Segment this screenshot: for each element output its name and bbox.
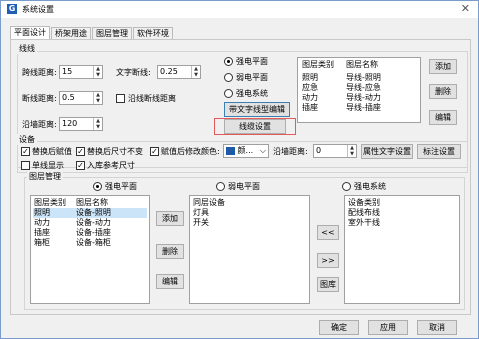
list-item[interactable]: 设备-插座 <box>76 228 111 238</box>
move-left-button[interactable]: << <box>317 225 339 240</box>
list-item[interactable]: 灯具 <box>193 208 209 218</box>
spacing-label: 跨线距离: <box>22 68 57 77</box>
tab-plane-design[interactable]: 平面设计 <box>10 26 50 40</box>
spin-arrows-icon[interactable]: ▲ ▼ <box>347 145 356 157</box>
list-header-category: 图层类别 <box>34 198 66 207</box>
move-right-button[interactable]: >> <box>317 253 339 268</box>
list-item[interactable]: 动力 <box>34 218 50 228</box>
ref-size-checkbox[interactable]: ✓ <box>76 161 85 170</box>
list-item[interactable]: 照明 <box>34 208 50 218</box>
line-group-label: 线线 <box>17 43 37 54</box>
along-wall-label: 沿墙距离: <box>273 147 308 156</box>
gap-input[interactable]: 0.5 ▲ ▼ <box>59 91 103 105</box>
label-settings-button[interactable]: 标注设置 <box>417 144 461 159</box>
layer-radio-strong-plane[interactable] <box>93 182 102 191</box>
device-layer-list: 图层类别 图层名称 照明 设备-照明 动力 设备-动力 插座 设备-插座 箱柜 … <box>30 195 150 304</box>
radio-strong-system[interactable] <box>224 89 233 98</box>
list-item[interactable]: 设备-箱柜 <box>76 238 111 248</box>
radio-weak-plane-label: 弱电平面 <box>236 73 268 82</box>
spin-arrows-icon[interactable]: ▲ ▼ <box>93 118 102 130</box>
table-cell[interactable]: 应急 <box>302 83 318 93</box>
settings-window: G 系统设置 ✕ 平面设计 桥架用途 图层管理 软件环境 线线 跨线距离: 15… <box>0 0 479 339</box>
table-cell[interactable]: 照明 <box>302 73 318 83</box>
layer-radio-weak-plane-label: 弱电平面 <box>228 182 260 191</box>
list-item[interactable]: 设备-照明 <box>76 208 111 218</box>
table-cell[interactable]: 导线-照明 <box>346 73 381 83</box>
apply-button[interactable]: 应用 <box>368 320 408 335</box>
along-break-label: 沿线断线距离 <box>128 94 176 103</box>
along-distance-label: 沿墙距离: <box>22 120 57 129</box>
table-header-category: 图层类别 <box>302 60 334 69</box>
cancel-button[interactable]: 取消 <box>417 320 457 335</box>
line-layer-table: 图层类别 图层名称 照明 导线-照明 应急 导线-应急 动力 导线-动力 插座 … <box>297 57 421 123</box>
list-item[interactable]: 设备-动力 <box>76 218 111 228</box>
table-cell[interactable]: 动力 <box>302 93 318 103</box>
along-wall-input[interactable]: 0 ▲ ▼ <box>313 144 357 158</box>
table-cell[interactable]: 插座 <box>302 103 318 113</box>
line-delete-button[interactable]: 删除 <box>429 84 457 99</box>
radio-weak-plane[interactable] <box>224 73 233 82</box>
list-header-name: 图层名称 <box>76 198 108 207</box>
layer-radio-strong-system-label: 强电系统 <box>354 182 386 191</box>
keep-size-checkbox[interactable]: ✓ <box>76 147 85 156</box>
table-cell[interactable]: 导线-应急 <box>346 83 381 93</box>
list-item[interactable]: 配线布线 <box>348 208 380 218</box>
spin-arrows-icon[interactable]: ▲ ▼ <box>93 66 102 78</box>
radio-strong-system-label: 强电系统 <box>236 89 268 98</box>
ref-size-label: 入库参考尺寸 <box>87 161 135 170</box>
linetype-settings-button[interactable]: 线缆设置 <box>224 119 286 134</box>
layer-radio-strong-plane-label: 强电平面 <box>105 182 137 191</box>
list-item[interactable]: 插座 <box>34 228 50 238</box>
along-break-checkbox[interactable] <box>116 94 125 103</box>
single-display-checkbox[interactable] <box>21 161 30 170</box>
chevron-down-icon[interactable]: ⌵ <box>260 145 266 157</box>
app-logo-icon: G <box>7 4 17 14</box>
along-distance-input[interactable]: 120 ▲ ▼ <box>59 117 103 131</box>
library-button[interactable]: 图库 <box>317 277 339 292</box>
title-bar: G 系统设置 ✕ <box>1 1 478 18</box>
table-cell[interactable]: 导线-动力 <box>346 93 381 103</box>
layer-radio-strong-system[interactable] <box>342 182 351 191</box>
list-item[interactable]: 箱柜 <box>34 238 50 248</box>
layer-delete-button[interactable]: 删除 <box>156 244 184 259</box>
change-color-checkbox[interactable]: ✓ <box>150 147 159 156</box>
close-icon[interactable]: ✕ <box>461 2 470 16</box>
tab-panel: 线线 跨线距离: 15 ▲ ▼ 文字断线: 0.25 ▲ ▼ 断线距离: 0.5 ▲… <box>10 39 471 315</box>
device-category-list: 设备类别 配线布线 室外干线 <box>344 195 460 304</box>
break-input[interactable]: 0.25 ▲ ▼ <box>157 65 201 79</box>
list-header: 同层设备 <box>193 198 225 207</box>
list-header: 设备类别 <box>348 198 380 207</box>
linetype-edit-button[interactable]: 带文字线型编辑 <box>224 102 290 117</box>
spin-arrows-icon[interactable]: ▲ ▼ <box>93 92 102 104</box>
list-item[interactable]: 开关 <box>193 218 209 228</box>
same-layer-device-list: 同层设备 灯具 开关 <box>189 195 310 304</box>
window-title: 系统设置 <box>22 5 54 14</box>
layer-radio-weak-plane[interactable] <box>216 182 225 191</box>
line-edit-button[interactable]: 编辑 <box>429 110 457 125</box>
color-select[interactable]: 颜... ⌵ <box>223 144 269 158</box>
table-header-name: 图层名称 <box>346 60 378 69</box>
single-display-label: 单线显示 <box>32 161 64 170</box>
color-swatch <box>226 146 235 155</box>
layer-edit-button[interactable]: 编辑 <box>156 274 184 289</box>
layer-add-button[interactable]: 添加 <box>156 211 184 226</box>
layer-group-label: 图层管理 <box>27 171 63 182</box>
radio-strong-plane-label: 强电平面 <box>236 57 268 66</box>
text-settings-button[interactable]: 属性文字设置 <box>361 144 413 159</box>
keep-size-label: 替换后尺寸不变 <box>87 147 143 156</box>
gap-label: 断线距离: <box>22 94 57 103</box>
device-group-label: 设备 <box>17 134 37 145</box>
break-label: 文字断线: <box>116 68 151 77</box>
change-color-label: 赋值后修改颜色: <box>161 147 220 156</box>
replace-layer-checkbox[interactable]: ✓ <box>21 147 30 156</box>
spin-arrows-icon[interactable]: ▲ ▼ <box>191 66 200 78</box>
list-item[interactable]: 室外干线 <box>348 218 380 228</box>
line-add-button[interactable]: 添加 <box>429 59 457 74</box>
ok-button[interactable]: 确定 <box>319 320 359 335</box>
table-cell[interactable]: 导线-插座 <box>346 103 381 113</box>
radio-strong-plane[interactable] <box>224 57 233 66</box>
replace-layer-label: 替换后赋值 <box>32 147 72 156</box>
spacing-input[interactable]: 15 ▲ ▼ <box>59 65 103 79</box>
